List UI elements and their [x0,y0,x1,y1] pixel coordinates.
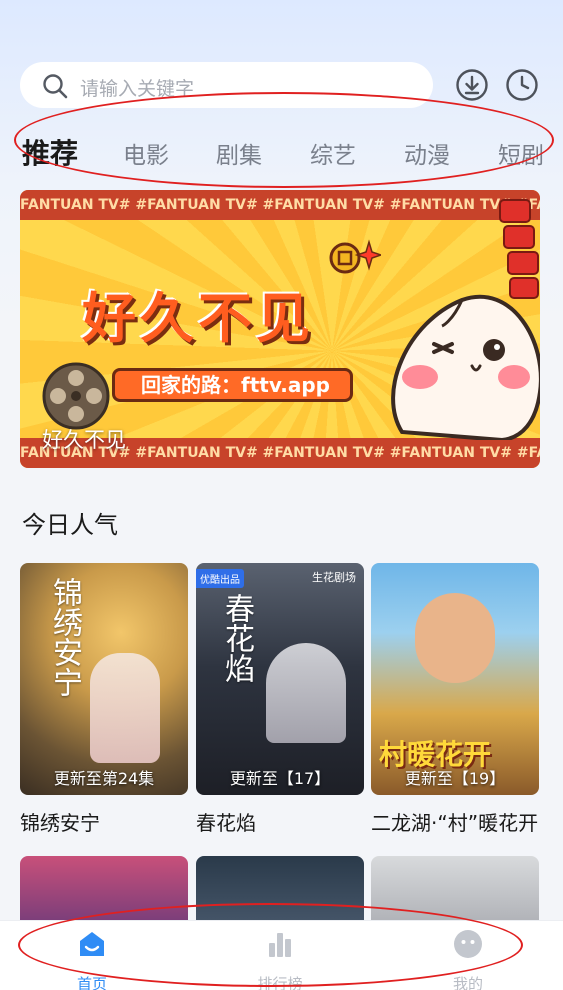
poster-figures [415,593,495,683]
poster-title-art: 春花焰 [219,593,254,683]
bottom-navigation: 首页 排行榜 我的 [0,920,563,990]
update-badge: 更新至【19】 [404,769,506,788]
nav-label: 排行榜 [257,975,303,990]
poster-image: 优酷出品 生花剧场 春花焰 更新至【17】 [196,563,364,795]
corner-tag: 优酷出品 [196,569,244,588]
tab-series[interactable]: 剧集 [216,136,262,170]
update-badge: 更新至第24集 [53,769,155,788]
coin-sparkle-icon [329,239,381,274]
poster-image: 锦绣安宁 更新至第24集 [20,563,188,795]
banner-url-pill: 回家的路：fttv.app [112,368,353,402]
tab-variety[interactable]: 综艺 [310,136,356,170]
hero-banner[interactable]: FANTUAN TV# #FANTUAN TV# #FANTUAN TV# #F… [20,190,540,468]
banner-caption: 好久不见 [42,428,126,452]
poster-title-art: 锦绣安宁 [47,577,82,697]
bar-chart-icon [269,933,291,957]
download-icon[interactable] [455,68,489,102]
tab-anime[interactable]: 动漫 [404,136,450,170]
poster-figures [90,653,160,763]
media-card[interactable]: 优酷出品 生花剧场 春花焰 更新至【17】 春花焰 [196,563,364,836]
home-icon [80,932,104,956]
studio-tag: 生花剧场 [312,571,356,584]
tab-movies[interactable]: 电影 [123,136,169,170]
card-title: 二龙湖·“村”暖花开 [371,811,539,835]
card-title: 锦绣安宁 [20,811,100,835]
tab-short-drama[interactable]: 短剧 [498,136,544,170]
film-reel-icon [42,362,110,430]
banner-top-strip: FANTUAN TV# #FANTUAN TV# #FANTUAN TV# #F… [20,190,540,220]
tab-recommend[interactable]: 推荐 [22,132,78,172]
poster-image: 村暖花开 更新至【19】 [371,563,539,795]
media-card[interactable]: 村暖花开 更新至【19】 二龙湖·“村”暖花开 [371,563,539,836]
mascot-illustration [391,294,540,440]
search-icon [43,74,68,99]
category-tabs: 推荐 电影 剧集 综艺 动漫 短剧 [0,128,563,176]
history-clock-icon[interactable] [505,68,539,102]
nav-label: 我的 [452,975,483,990]
nav-profile[interactable]: 我的 [418,929,518,990]
nav-home[interactable]: 首页 [42,929,142,990]
nav-label: 首页 [76,975,107,990]
search-bar[interactable]: 请输入关键字 [20,62,433,108]
card-title: 春花焰 [196,811,256,835]
poster-figures [266,643,346,743]
search-placeholder: 请输入关键字 [80,78,195,100]
section-title-popular: 今日人气 [22,511,118,539]
banner-headline: 好久不见 [82,287,314,350]
profile-face-icon [454,930,482,958]
media-card[interactable]: 锦绣安宁 更新至第24集 锦绣安宁 [20,563,188,836]
update-badge: 更新至【17】 [229,769,331,788]
nav-ranking[interactable]: 排行榜 [230,929,330,990]
